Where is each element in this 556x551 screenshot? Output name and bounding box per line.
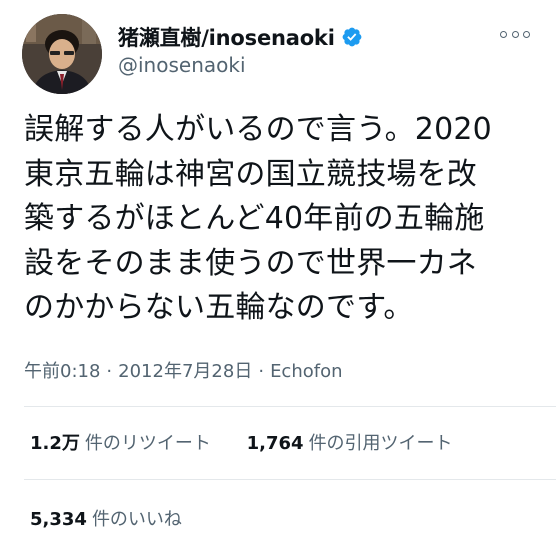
stats-row: 1.2万 件のリツイート 1,764 件の引用ツイート: [30, 429, 453, 455]
name-row: 猪瀬直樹/inosenaoki: [118, 22, 363, 52]
meta-separator: ·: [258, 361, 265, 382]
retweets-stat[interactable]: 1.2万 件のリツイート: [30, 429, 211, 455]
tweet-source[interactable]: Echofon: [270, 361, 342, 382]
quote-count: 1,764: [246, 433, 304, 454]
tweet-text-line: 誤解する人がいるので言う。2020: [24, 112, 492, 147]
tweet-meta: 午前0:18 · 2012年7月28日 · Echofon: [24, 357, 343, 383]
tweet-text-line: 設をそのまま使うので世界一カネ: [24, 245, 477, 281]
tweet-text-line: のかからない五輪なのです。: [24, 290, 414, 325]
meta-separator: ·: [106, 361, 113, 382]
tweet-text-line: 東京五輪は神宮の国立競技場を改: [24, 156, 477, 192]
display-name[interactable]: 猪瀬直樹/inosenaoki: [118, 22, 335, 52]
tweet-text: 誤解する人がいるので言う。2020 東京五輪は神宮の国立競技場を改 築するがほと…: [24, 108, 524, 331]
tweet-text-line: 築するがほとんど40年前の五輪施: [24, 201, 485, 236]
profile-photo: [22, 14, 102, 94]
tweet-card: 猪瀬直樹/inosenaoki @inosenaoki 誤解する人がいるので言う…: [0, 0, 556, 551]
avatar[interactable]: [22, 14, 102, 94]
quotes-stat[interactable]: 1,764 件の引用ツイート: [247, 429, 453, 455]
user-handle[interactable]: @inosenaoki: [118, 53, 246, 77]
likes-row: 5,334 件のいいね: [30, 505, 182, 531]
divider: [24, 479, 556, 480]
retweet-label: 件のリツイート: [84, 433, 211, 454]
more-options-icon[interactable]: [500, 28, 530, 40]
divider: [24, 406, 556, 407]
retweet-count: 1.2万: [30, 433, 80, 454]
likes-stat[interactable]: 5,334 件のいいね: [30, 505, 182, 531]
tweet-time[interactable]: 午前0:18: [24, 361, 100, 382]
quote-label: 件の引用ツイート: [308, 433, 453, 454]
like-label: 件のいいね: [91, 509, 182, 530]
tweet-date[interactable]: 2012年7月28日: [118, 361, 252, 382]
like-count: 5,334: [30, 509, 87, 530]
verified-badge-icon: [341, 26, 363, 48]
